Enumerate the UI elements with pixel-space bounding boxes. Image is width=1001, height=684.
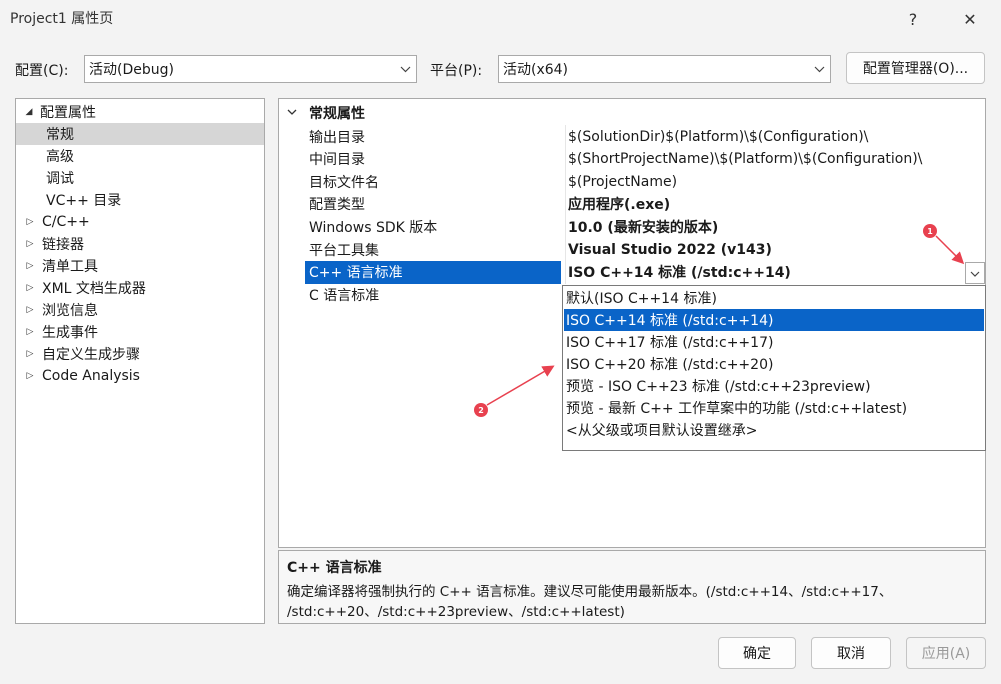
description-title: C++ 语言标准 xyxy=(287,560,382,576)
apply-button[interactable]: 应用(A) xyxy=(906,637,986,669)
cancel-button[interactable]: 取消 xyxy=(811,637,891,669)
annotation-marker-2: 2 xyxy=(474,403,488,417)
annotation-marker-1: 1 xyxy=(923,224,937,238)
annotation-arrow-1 xyxy=(935,235,965,265)
annotation-arrow-2 xyxy=(486,365,555,406)
description-panel: C++ 语言标准 确定编译器将强制执行的 C++ 语言标准。建议尽可能使用最新版… xyxy=(278,550,986,624)
ok-button[interactable]: 确定 xyxy=(718,637,796,669)
description-line-1: 确定编译器将强制执行的 C++ 语言标准。建议尽可能使用最新版本。(/std:c… xyxy=(287,584,893,600)
description-line-2: /std:c++20、/std:c++23preview、/std:c++lat… xyxy=(287,604,625,620)
